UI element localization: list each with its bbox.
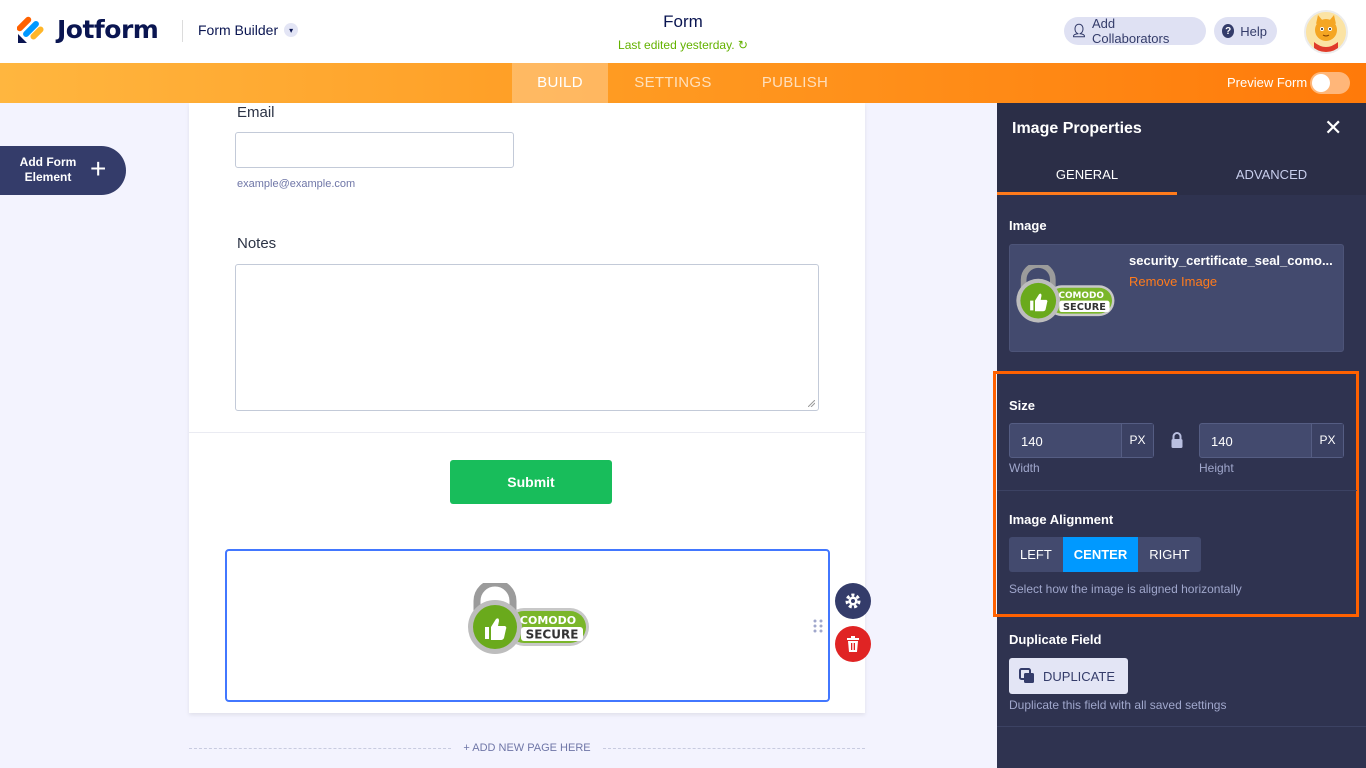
lock-icon[interactable] — [1170, 432, 1184, 449]
image-section-label: Image — [1009, 218, 1047, 233]
height-unit: PX — [1311, 424, 1343, 457]
last-edited-status: Last edited yesterday. ↻ — [560, 38, 806, 52]
comodo-secure-seal-image: COMODO SECURE — [468, 583, 589, 654]
thumb-seal-top: COMODO — [1058, 291, 1104, 301]
help-button[interactable]: ? Help — [1214, 17, 1277, 45]
duplicate-button[interactable]: DUPLICATE — [1009, 658, 1128, 694]
user-icon: 👤︎ — [1070, 23, 1088, 38]
tab-build[interactable]: BUILD — [512, 63, 608, 103]
jotform-logo[interactable]: Jotform — [17, 14, 159, 44]
resize-handle-icon[interactable] — [808, 400, 815, 407]
image-field-selected[interactable]: COMODO SECURE — [225, 549, 830, 702]
seal-top-text: COMODO — [520, 614, 576, 627]
width-caption: Width — [1009, 461, 1040, 475]
add-new-page-text: + ADD NEW PAGE HERE — [463, 742, 591, 754]
email-label: Email — [237, 104, 275, 121]
email-field[interactable] — [235, 132, 514, 168]
duplicate-help-text: Duplicate this field with all saved sett… — [1009, 698, 1227, 712]
field-divider — [189, 432, 865, 433]
image-alignment-label: Image Alignment — [1009, 512, 1114, 527]
form-builder-dropdown[interactable]: Form Builder ▾ — [198, 22, 299, 38]
height-input[interactable]: 140 PX — [1199, 423, 1344, 458]
image-thumbnail: COMODO SECURE — [1016, 265, 1115, 323]
preview-form-label: Preview Form — [1227, 75, 1308, 90]
close-icon[interactable]: ✕ — [1324, 115, 1342, 141]
alignment-help-text: Select how the image is aligned horizont… — [1009, 582, 1242, 596]
add-form-element-button[interactable]: Add Form Element + — [0, 146, 126, 195]
tab-general[interactable]: GENERAL — [997, 155, 1177, 195]
panel-tabs: GENERAL ADVANCED — [997, 155, 1366, 195]
thumb-seal-bottom: SECURE — [1063, 302, 1106, 313]
help-label: Help — [1240, 23, 1267, 39]
add-form-element-label: Add Form Element — [19, 155, 77, 184]
notes-textarea[interactable] — [235, 264, 819, 411]
height-caption: Height — [1199, 461, 1234, 475]
email-sublabel: example@example.com — [237, 178, 356, 190]
image-filename: security_certificate_seal_como... — [1129, 253, 1333, 268]
size-label: Size — [1009, 398, 1036, 413]
tab-advanced[interactable]: ADVANCED — [1177, 155, 1366, 195]
width-input[interactable]: 140 PX — [1009, 423, 1154, 458]
align-right-button[interactable]: RIGHT — [1138, 537, 1201, 572]
jotform-logo-icon — [17, 16, 44, 43]
add-collaborators-label: Add Collaborators — [1092, 16, 1170, 46]
form-canvas: Email example@example.com Notes Submit C… — [189, 103, 871, 713]
chevron-down-icon: ▾ — [284, 23, 299, 37]
avatar[interactable] — [1304, 10, 1348, 54]
submit-button[interactable]: Submit — [450, 460, 612, 504]
copy-icon — [1019, 668, 1034, 683]
align-left-button[interactable]: LEFT — [1009, 537, 1063, 572]
logo-wordmark: Jotform — [57, 14, 159, 44]
top-header: Jotform Form Builder ▾ Form Last edited … — [0, 0, 1366, 63]
add-new-page-link[interactable]: + ADD NEW PAGE HERE — [189, 740, 865, 758]
height-value: 140 — [1211, 434, 1233, 449]
duplicate-field-label: Duplicate Field — [1009, 632, 1102, 647]
width-value: 140 — [1021, 434, 1043, 449]
gear-icon — [845, 593, 861, 609]
seal-bottom-text: SECURE — [526, 628, 579, 642]
toggle-knob — [1312, 74, 1330, 92]
tab-publish[interactable]: PUBLISH — [748, 63, 842, 103]
section-divider — [997, 490, 1357, 491]
add-collaborators-button[interactable]: 👤︎ Add Collaborators — [1064, 16, 1206, 46]
size-alignment-highlight — [993, 371, 1359, 617]
remove-image-link[interactable]: Remove Image — [1129, 274, 1217, 289]
alignment-selector: LEFT CENTER RIGHT — [1009, 537, 1201, 572]
header-divider — [182, 20, 183, 42]
tab-settings[interactable]: SETTINGS — [622, 63, 724, 103]
duplicate-button-label: DUPLICATE — [1043, 668, 1115, 684]
image-properties-panel: Image Properties ✕ GENERAL ADVANCED Imag… — [993, 103, 1366, 768]
preview-form-toggle[interactable] — [1310, 72, 1350, 94]
builder-nav: BUILD SETTINGS PUBLISH Preview Form — [0, 63, 1366, 103]
field-settings-button[interactable] — [835, 583, 871, 619]
align-center-button[interactable]: CENTER — [1062, 537, 1139, 572]
panel-title: Image Properties — [1012, 120, 1142, 137]
panel-header: Image Properties ✕ — [997, 103, 1366, 155]
avatar-cat-icon — [1306, 12, 1346, 52]
form-title[interactable]: Form — [583, 12, 783, 32]
field-delete-button[interactable] — [835, 626, 871, 662]
notes-label: Notes — [237, 235, 277, 252]
question-icon: ? — [1222, 24, 1235, 38]
trash-icon — [847, 636, 859, 652]
panel-bottom-divider — [997, 726, 1366, 727]
plus-icon: + — [90, 153, 107, 184]
last-edited-text: Last edited yesterday. — [618, 38, 735, 52]
refresh-icon: ↻ — [737, 38, 748, 52]
image-preview-box: COMODO SECURE security_certificate_seal_… — [1009, 244, 1344, 352]
drag-handle-icon[interactable] — [813, 619, 823, 633]
width-unit: PX — [1121, 424, 1153, 457]
form-builder-label: Form Builder — [198, 22, 279, 38]
